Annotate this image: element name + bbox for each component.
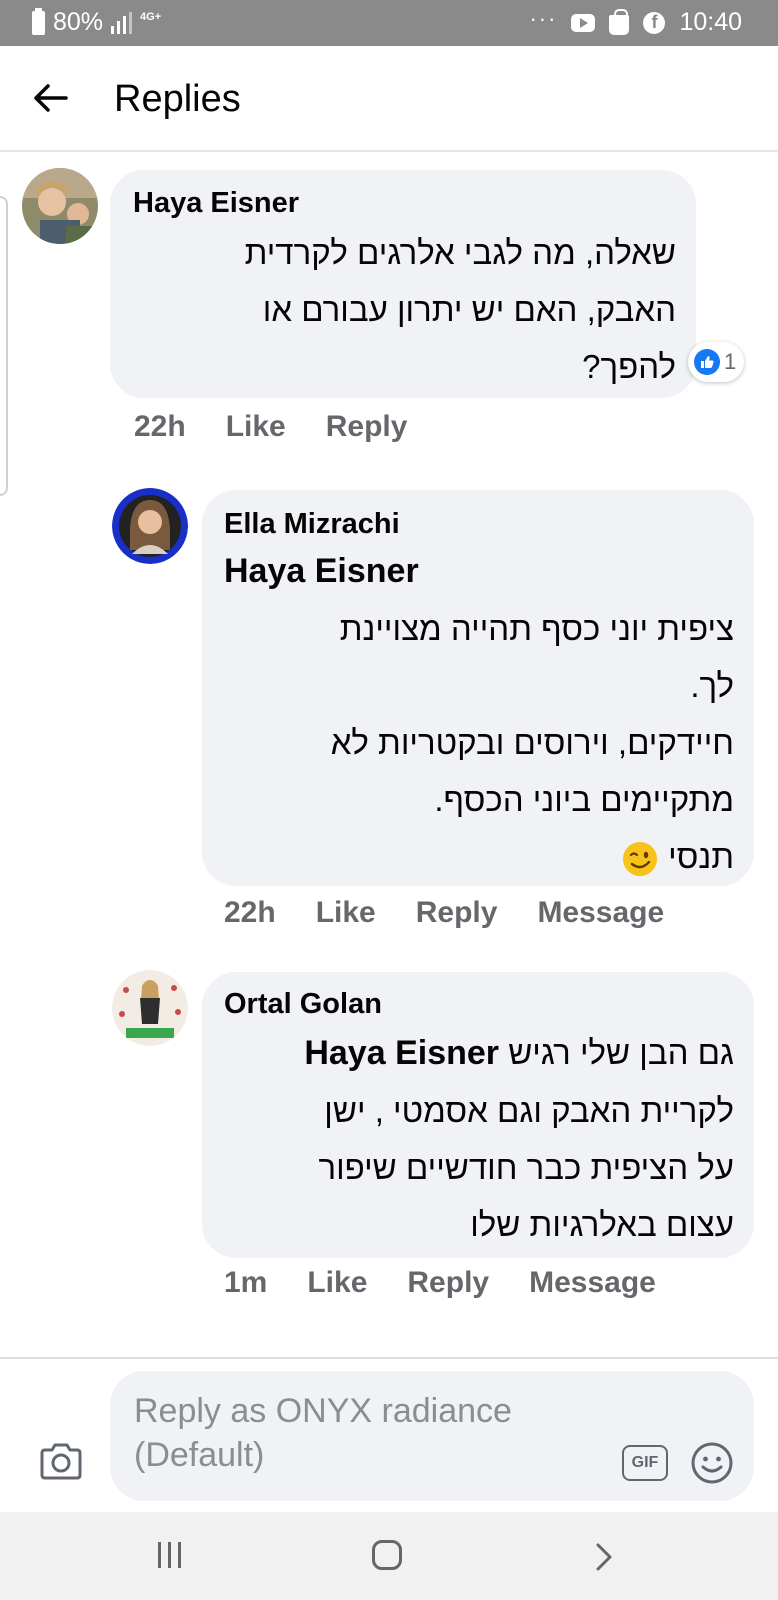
reply-placeholder: Reply as ONYX radiance (Default) — [134, 1389, 574, 1477]
comment-actions: 22h Like Reply Message — [224, 896, 664, 930]
reply-placeholder-line: Reply as ONYX radiance — [134, 1392, 512, 1430]
comment-author[interactable]: Ortal Golan — [224, 988, 382, 1021]
comment-time: 22h — [134, 410, 186, 443]
reply-button[interactable]: Reply — [416, 896, 498, 930]
reaction-count-badge[interactable]: 1 — [688, 342, 745, 382]
mention-tag[interactable]: Haya Eisner — [224, 552, 419, 591]
status-bar-right: ··· f 10:40 — [529, 5, 742, 37]
comment-text-fragment: גם הבן שלי רגיש — [508, 1034, 734, 1071]
more-notifications-icon: ··· — [529, 5, 558, 31]
shopping-bag-icon — [609, 8, 630, 35]
comment-text-line: האבק, האם יש יתרון עבורם או — [262, 291, 676, 328]
emoji-smile-icon[interactable] — [690, 1441, 734, 1485]
back-arrow-icon[interactable] — [30, 78, 70, 118]
clock: 10:40 — [679, 8, 742, 36]
comment-text: ציפית יוני כסף תהייה מצויינת לך. חיידקים… — [222, 600, 734, 885]
like-button[interactable]: Like — [226, 410, 286, 444]
network-type: 4G+ — [140, 11, 162, 23]
thumbs-up-icon — [694, 349, 720, 375]
message-button[interactable]: Message — [537, 896, 664, 930]
winking-face-icon — [622, 842, 657, 877]
avatar[interactable] — [112, 970, 188, 1046]
comment-text-fragment: תנסי — [668, 838, 734, 875]
comment-text-line-with-emoji: תנסי — [222, 828, 734, 885]
comment-text-line: לך. — [690, 667, 734, 704]
avatar[interactable] — [22, 168, 98, 244]
comment-text-line: להפך? — [582, 348, 676, 385]
facebook-icon: f — [643, 11, 666, 34]
signal-icon — [111, 11, 133, 34]
avatar[interactable] — [112, 488, 188, 564]
mention-tag[interactable]: Haya Eisner — [304, 1034, 499, 1072]
comment-actions: 1m Like Reply Message — [224, 1266, 656, 1300]
comment-time: 1m — [224, 1266, 268, 1299]
reply-composer: Reply as ONYX radiance (Default) GIF — [0, 1357, 778, 1512]
battery-icon — [32, 7, 45, 35]
comment-actions: 22h Like Reply — [134, 410, 407, 444]
system-nav-bar — [0, 1512, 778, 1600]
camera-icon[interactable] — [38, 1441, 84, 1481]
page-title: Replies — [114, 78, 241, 120]
nav-back-chevron-icon[interactable] — [594, 1542, 614, 1572]
battery-level: 80% — [53, 8, 104, 36]
comment-first-line: גם הבן שלי רגיש Haya Eisner — [222, 1024, 734, 1082]
like-button[interactable]: Like — [316, 896, 376, 930]
reply-input[interactable]: Reply as ONYX radiance (Default) GIF — [110, 1371, 754, 1501]
status-bar-left: 80% 4G+ — [32, 7, 162, 37]
comment-text-line: שאלה, מה לגבי אלרגים לקרדית — [244, 234, 676, 271]
comment-text-line: חיידקים, וירוסים ובקטריות לא — [330, 724, 734, 761]
comment-text: גם הבן שלי רגיש Haya Eisner לקריית האבק … — [222, 1024, 734, 1253]
comment-text-line: ציפית יוני כסף תהייה מצויינת — [339, 610, 734, 647]
comment-author[interactable]: Haya Eisner — [133, 187, 299, 220]
comment-text-line: לקריית האבק וגם אסמטי , ישן — [324, 1092, 734, 1129]
like-button[interactable]: Like — [307, 1266, 367, 1300]
reply-button[interactable]: Reply — [326, 410, 408, 444]
comment-text-line: עצום באלרגיות שלו — [470, 1206, 734, 1243]
home-icon[interactable] — [372, 1540, 402, 1570]
comment-time: 22h — [224, 896, 276, 929]
thread-edge-indicator — [0, 196, 8, 496]
app-header: Replies — [0, 46, 778, 152]
comment-text-line: מתקיימים ביוני הכסף. — [434, 781, 734, 818]
reply-placeholder-line: (Default) — [134, 1436, 265, 1474]
comment-text: שאלה, מה לגבי אלרגים לקרדית האבק, האם יש… — [130, 224, 676, 395]
reaction-count: 1 — [724, 349, 737, 374]
message-button[interactable]: Message — [529, 1266, 656, 1300]
gif-button[interactable]: GIF — [622, 1445, 668, 1481]
comment-author[interactable]: Ella Mizrachi — [224, 508, 400, 541]
comment-text-line: על הציפית כבר חודשיים שיפור — [318, 1149, 734, 1186]
status-bar: 80% 4G+ ··· f 10:40 — [0, 0, 778, 46]
recent-apps-icon[interactable] — [154, 1542, 184, 1570]
reply-button[interactable]: Reply — [407, 1266, 489, 1300]
youtube-icon — [571, 13, 596, 32]
